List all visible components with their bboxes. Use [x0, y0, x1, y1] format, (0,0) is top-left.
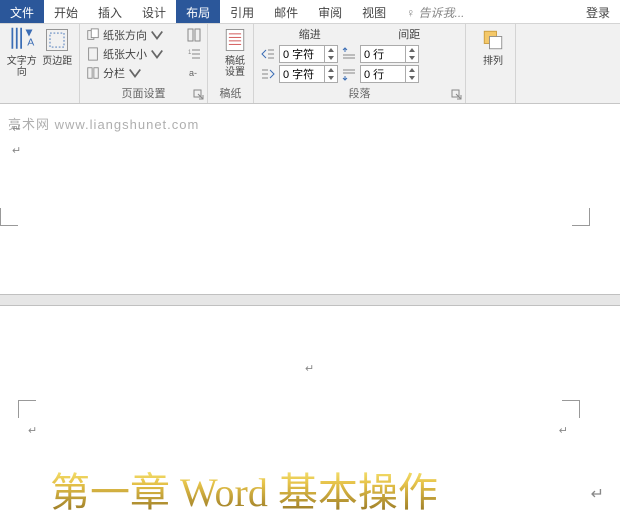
- tell-me-search[interactable]: ♀ 告诉我...: [396, 0, 576, 23]
- paragraph-mark: ↵: [559, 424, 568, 437]
- dialog-launcher-page-setup[interactable]: [193, 89, 205, 101]
- hyphenation-icon[interactable]: a-: [187, 66, 201, 80]
- tab-view[interactable]: 视图: [352, 0, 396, 23]
- columns-icon: [86, 66, 100, 80]
- tab-references[interactable]: 引用: [220, 0, 264, 23]
- size-button[interactable]: 纸张大小 1: [86, 45, 201, 62]
- text-direction-button[interactable]: A 文字方向: [6, 26, 38, 78]
- chevron-down-icon: [128, 66, 142, 80]
- dialog-launcher-paragraph[interactable]: [451, 89, 463, 101]
- login-button[interactable]: 登录: [576, 0, 620, 23]
- paragraph-mark: ↵: [305, 362, 314, 375]
- tab-insert[interactable]: 插入: [88, 0, 132, 23]
- line-numbers-icon[interactable]: 1: [187, 47, 201, 61]
- svg-text:A: A: [27, 36, 34, 48]
- svg-text:a-: a-: [189, 68, 197, 78]
- tab-home[interactable]: 开始: [44, 0, 88, 23]
- group-page-setup-right: 纸张方向 纸张大小 1 分栏 a-: [80, 24, 208, 103]
- tab-file[interactable]: 文件: [0, 0, 44, 23]
- spin-up[interactable]: [406, 46, 418, 54]
- tab-mailings[interactable]: 邮件: [264, 0, 308, 23]
- document-heading[interactable]: 第一章 Word 基本操作: [50, 460, 438, 518]
- paragraph-mark: ↵: [28, 424, 37, 437]
- group-arrange: 排列: [466, 24, 516, 103]
- manuscript-icon: [221, 26, 249, 54]
- chevron-down-icon: [150, 47, 164, 61]
- spin-down[interactable]: [406, 74, 418, 82]
- document-area[interactable]: 亮术网 www.liangshunet.com ↵ ↵ ↵ ↵ ↵ 第一章 Wo…: [0, 104, 620, 520]
- page-corner: [562, 400, 580, 418]
- group-manuscript: 稿纸 设置 稿纸: [208, 24, 254, 103]
- tab-layout[interactable]: 布局: [176, 0, 220, 23]
- group-label-page-setup: 页面设置: [86, 85, 201, 103]
- indent-right-icon: [260, 66, 276, 82]
- indent-header: 缩进: [260, 26, 360, 40]
- indent-left-icon: [260, 46, 276, 62]
- spin-down[interactable]: [325, 74, 337, 82]
- tab-review[interactable]: 审阅: [308, 0, 352, 23]
- orientation-icon: [86, 28, 100, 42]
- margins-icon: [43, 26, 71, 54]
- space-before-input[interactable]: [360, 45, 419, 63]
- paragraph-mark: ↵: [591, 484, 604, 504]
- group-paragraph: 缩进 间距 段落: [254, 24, 466, 103]
- spin-up[interactable]: [325, 66, 337, 74]
- spin-up[interactable]: [325, 46, 337, 54]
- tab-design[interactable]: 设计: [132, 0, 176, 23]
- ribbon-tabs: 文件 开始 插入 设计 布局 引用 邮件 审阅 视图 ♀ 告诉我... 登录: [0, 0, 620, 24]
- page-corner: [0, 208, 18, 226]
- page-corner: [572, 208, 590, 226]
- group-page-setup-left: A 文字方向 页边距: [0, 24, 80, 103]
- breaks-icon[interactable]: [187, 28, 201, 42]
- indent-right-input[interactable]: [279, 65, 338, 83]
- space-after-icon: [341, 66, 357, 82]
- spin-down[interactable]: [406, 54, 418, 62]
- spacing-header: 间距: [360, 26, 460, 40]
- spin-down[interactable]: [325, 54, 337, 62]
- arrange-button[interactable]: 排列: [472, 26, 514, 82]
- chevron-down-icon: [150, 28, 164, 42]
- columns-button[interactable]: 分栏 a-: [86, 65, 201, 82]
- text-direction-icon: A: [8, 26, 36, 54]
- page-gap: [0, 294, 620, 306]
- group-label-manuscript: 稿纸: [214, 85, 247, 103]
- group-label-paragraph: 段落: [260, 85, 459, 103]
- margins-button[interactable]: 页边距: [42, 26, 74, 67]
- spin-up[interactable]: [406, 66, 418, 74]
- space-after-input[interactable]: [360, 65, 419, 83]
- svg-text:1: 1: [188, 50, 192, 56]
- watermark-text: 亮术网 www.liangshunet.com: [8, 114, 199, 133]
- space-before-icon: [341, 46, 357, 62]
- ribbon: A 文字方向 页边距 纸张方向 纸张大小: [0, 24, 620, 104]
- paper-size-icon: [86, 47, 100, 61]
- arrange-icon: [479, 26, 507, 54]
- orientation-button[interactable]: 纸张方向: [86, 26, 201, 43]
- paragraph-mark: ↵: [12, 144, 21, 157]
- page-corner: [18, 400, 36, 418]
- manuscript-button[interactable]: 稿纸 设置: [214, 26, 256, 82]
- paragraph-mark: ↵: [12, 122, 21, 135]
- indent-left-input[interactable]: [279, 45, 338, 63]
